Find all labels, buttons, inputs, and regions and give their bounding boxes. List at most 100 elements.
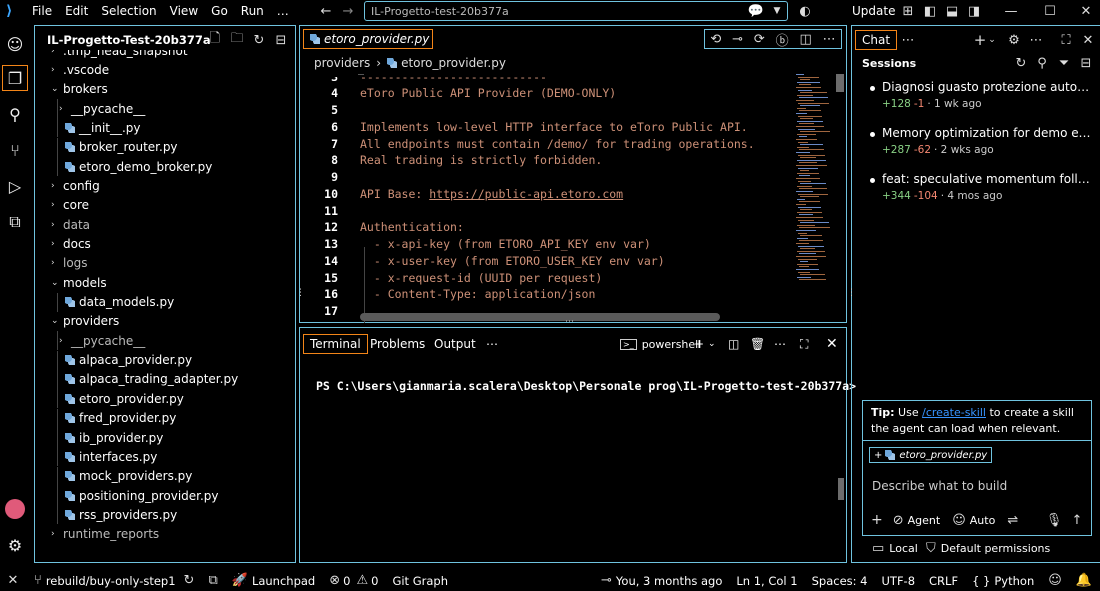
command-center[interactable]: IL-Progetto-test-20b377a (364, 1, 788, 21)
blame-info[interactable]: You, 3 months ago (616, 574, 722, 588)
folder-item[interactable]: › config (35, 176, 100, 195)
refresh-icon[interactable]: ↻ (1014, 56, 1028, 71)
more-tabs-icon[interactable]: ⋯ (486, 334, 498, 354)
file-item[interactable]: etoro_provider.py (35, 389, 184, 409)
extensions-icon[interactable]: ⧉ (2, 209, 28, 235)
folder-item[interactable]: ⌄ brokers (35, 80, 108, 99)
session-title[interactable]: feat: speculative momentum follower ... (882, 172, 1092, 186)
session-title[interactable]: Memory optimization for demo execution (882, 126, 1092, 140)
code-area[interactable]: 3 --------------------------- 4 eToro Publi… (300, 77, 795, 323)
file-item[interactable]: __init__.py (35, 118, 141, 138)
chat-input[interactable]: Describe what to build (872, 479, 1007, 493)
indentation[interactable]: Spaces: 4 (812, 574, 868, 588)
error-count[interactable]: 0 (343, 574, 350, 588)
add-context-icon[interactable]: + (874, 450, 882, 461)
new-file-icon[interactable]: 🗋 (207, 31, 223, 48)
toggle-sidebar-icon[interactable]: ◧ (922, 3, 938, 19)
tab-terminal[interactable]: Terminal (303, 334, 368, 354)
chevron-down-icon[interactable]: ▼ (770, 3, 784, 19)
collapse-icon[interactable]: ⊟ (1079, 56, 1093, 71)
git-commit-icon[interactable]: ⊸ (732, 32, 743, 47)
file-item[interactable]: etoro_demo_broker.py (35, 157, 212, 177)
search-icon[interactable]: ⚲ (2, 101, 28, 127)
menu-item[interactable]: File (32, 4, 52, 18)
tools-icon[interactable]: ⇌ (1007, 513, 1018, 528)
folder-item[interactable]: › __pycache__ (35, 99, 145, 119)
more-actions-icon[interactable]: ⋯ (774, 334, 786, 354)
file-item[interactable]: alpaca_trading_adapter.py (35, 369, 238, 389)
timeline-back-icon[interactable]: ⟲ (710, 32, 721, 47)
scrollbar-thumb[interactable] (836, 74, 844, 92)
model-picker[interactable]: Auto (970, 514, 996, 527)
folder-item[interactable]: ⌄ providers (35, 312, 119, 331)
branch-label[interactable]: rebuild/buy-only-step1 (46, 574, 176, 588)
file-item[interactable]: alpaca_provider.py (35, 350, 192, 370)
gear-icon[interactable]: ⚙ (1006, 32, 1022, 48)
menu-item[interactable]: Selection (101, 4, 156, 18)
sash-handle[interactable]: ⋯ (565, 318, 579, 327)
maximize-panel-icon[interactable]: ⛶ (800, 334, 808, 354)
context-file-chip[interactable]: + etoro_provider.py (869, 447, 993, 463)
folder-item[interactable]: ⌄ models (35, 273, 107, 292)
launchpad-button[interactable]: Launchpad (252, 574, 315, 588)
code-line[interactable]: 16 - Content-Type: application/json (300, 286, 595, 303)
more-actions-icon[interactable]: ⋯ (1028, 32, 1044, 48)
terminal-prompt[interactable]: PS C:\Users\gianmaria.scalera\Desktop\Pe… (316, 379, 856, 393)
code-line[interactable]: 9 (300, 169, 360, 186)
vertical-scrollbar[interactable] (834, 74, 846, 320)
toggle-secondary-sidebar-icon[interactable]: ◨ (966, 3, 982, 19)
menu-item[interactable]: Run (241, 4, 264, 18)
chevron-down-icon[interactable]: ⌄ (708, 334, 716, 354)
refresh-icon[interactable]: ↻ (251, 32, 267, 48)
file-item[interactable]: data_models.py (35, 292, 174, 312)
code-line[interactable]: 4 eToro Public API Provider (DEMO-ONLY) (300, 85, 616, 102)
minimap[interactable] (796, 74, 832, 320)
permissions-button[interactable]: ⛉ Default permissions (926, 540, 1050, 556)
search-icon[interactable]: ⚲ (1035, 56, 1049, 71)
code-line[interactable]: 7 All endpoints must contain /demo/ for t… (300, 135, 755, 152)
folder-item[interactable]: › runtime_reports (35, 525, 159, 544)
arrow-left-icon[interactable]: ← (319, 3, 333, 19)
manage-gear-icon[interactable]: ⚙ (2, 532, 28, 558)
maximize-icon[interactable]: ☐ (1042, 3, 1058, 19)
copilot-status-icon[interactable]: ☺ (1048, 573, 1062, 588)
git-compare-icon[interactable]: ⧉ (208, 573, 217, 588)
session-title[interactable]: Diagnosi guasto protezione automatica (882, 80, 1092, 94)
minimize-icon[interactable]: — (1003, 3, 1019, 19)
warning-count[interactable]: 0 (371, 574, 378, 588)
file-item[interactable]: mock_providers.py (35, 466, 192, 486)
tab-chat[interactable]: Chat (855, 30, 898, 50)
horizontal-scrollbar[interactable] (360, 313, 720, 321)
menu-item[interactable]: Go (211, 4, 228, 18)
remote-icon[interactable]: ✕ (6, 573, 20, 588)
new-chat-icon[interactable]: + (972, 31, 988, 49)
breadcrumb-file[interactable]: etoro_provider.py (401, 56, 506, 70)
run-debug-icon[interactable]: ▷ (2, 173, 28, 199)
close-window-icon[interactable]: ✕ (1078, 3, 1094, 19)
tab-problems[interactable]: Problems (370, 334, 425, 354)
file-item[interactable]: ib_provider.py (35, 428, 163, 447)
cursor-position[interactable]: Ln 1, Col 1 (736, 574, 797, 588)
breadcrumb-folder[interactable]: providers (314, 56, 370, 70)
chevron-down-icon[interactable]: ⌄ (987, 32, 997, 48)
file-item[interactable]: broker_router.py (35, 137, 178, 157)
code-line[interactable]: 8 Real trading is strictly forbidden. (300, 152, 602, 169)
run-python-icon[interactable]: ⓑ (776, 30, 789, 49)
file-item[interactable]: fred_provider.py (35, 408, 176, 428)
menu-item[interactable]: Edit (65, 4, 88, 18)
maximize-icon[interactable]: ⛶ (1058, 32, 1074, 48)
agent-mode-picker[interactable]: Agent (908, 514, 941, 527)
code-line[interactable]: 12 Authentication: (300, 219, 464, 236)
line-ending[interactable]: CRLF (929, 574, 958, 588)
update-button[interactable]: Update (852, 3, 895, 19)
folder-item[interactable]: › logs (35, 254, 88, 273)
customize-layout-icon[interactable]: ⊞ (900, 3, 916, 19)
split-terminal-icon[interactable]: ◫ (728, 334, 739, 354)
code-line[interactable]: 5 (300, 102, 360, 119)
microphone-icon[interactable]: 🎙 (1046, 512, 1063, 528)
folder-item[interactable]: › .vscode (35, 60, 109, 79)
new-terminal-icon[interactable]: + (694, 334, 704, 354)
source-control-icon[interactable]: ⑂ (2, 137, 28, 163)
menu-item[interactable]: … (277, 4, 289, 18)
folder-item[interactable]: › core (35, 196, 89, 215)
